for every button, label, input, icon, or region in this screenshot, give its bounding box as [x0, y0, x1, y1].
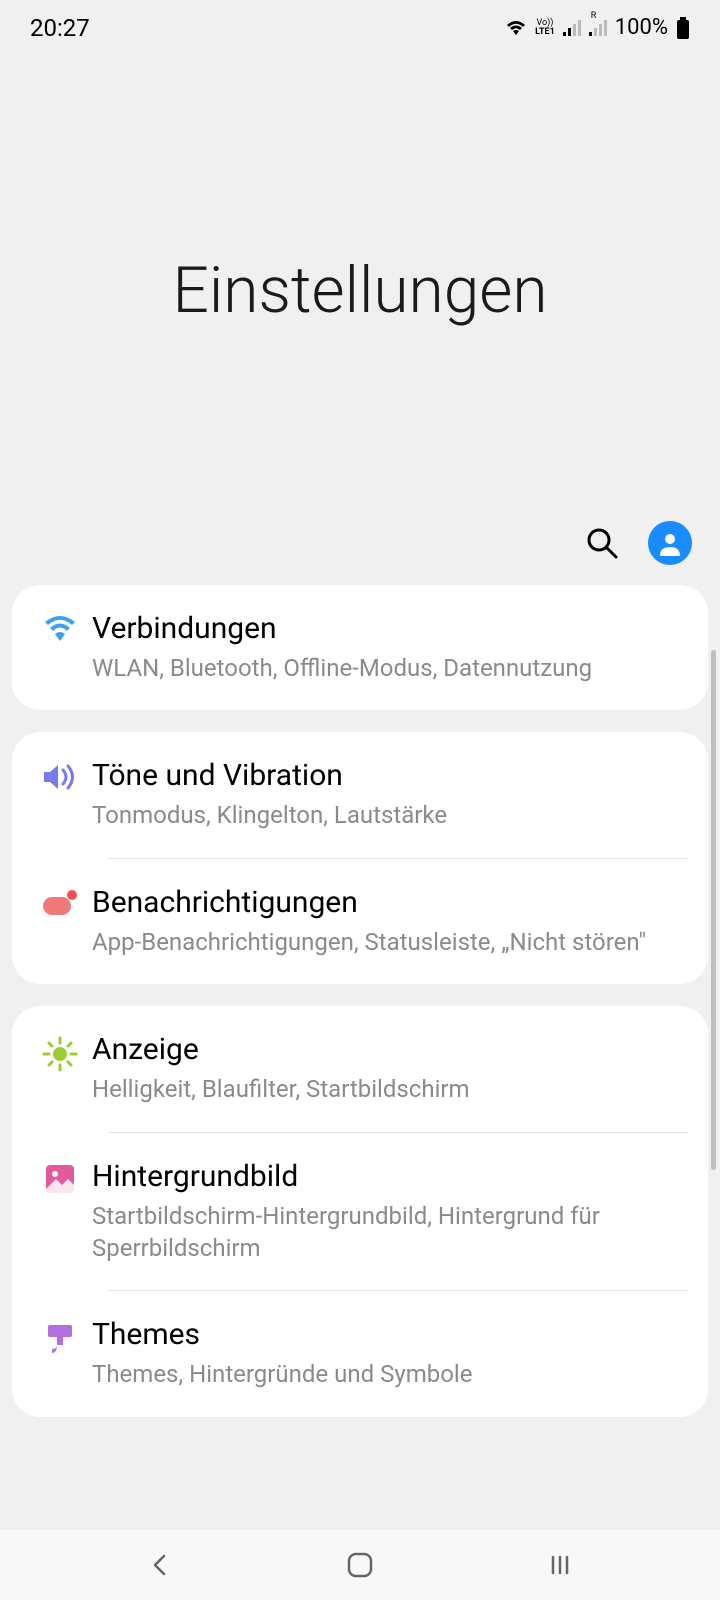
- search-icon: [585, 526, 619, 560]
- settings-item-display[interactable]: Anzeige Helligkeit, Blaufilter, Startbil…: [12, 1006, 708, 1131]
- profile-button[interactable]: [648, 521, 692, 565]
- nav-back-button[interactable]: [120, 1545, 200, 1585]
- settings-item-sounds[interactable]: Töne und Vibration Tonmodus, Klingelton,…: [12, 732, 708, 857]
- image-icon: [28, 1159, 92, 1195]
- item-title: Verbindungen: [92, 611, 688, 646]
- item-subtitle: Helligkeit, Blaufilter, Startbildschirm: [92, 1073, 688, 1105]
- settings-item-themes[interactable]: Themes Themes, Hintergründe und Symbole: [12, 1291, 708, 1416]
- item-title: Töne und Vibration: [92, 758, 688, 793]
- search-button[interactable]: [580, 521, 624, 565]
- hero-area: Einstellungen: [0, 55, 720, 585]
- profile-avatar-icon: [648, 521, 692, 565]
- settings-group: Töne und Vibration Tonmodus, Klingelton,…: [12, 732, 708, 984]
- status-bar: 20:27 Vo)) LTE1 R 100%: [0, 0, 720, 55]
- status-time: 20:27: [30, 14, 90, 42]
- page-title: Einstellungen: [173, 253, 548, 328]
- item-subtitle: Themes, Hintergründe und Symbole: [92, 1358, 688, 1390]
- wifi-status-icon: [505, 19, 527, 37]
- settings-item-wallpaper[interactable]: Hintergrundbild Startbildschirm-Hintergr…: [12, 1133, 708, 1291]
- settings-list: Verbindungen WLAN, Bluetooth, Offline-Mo…: [0, 585, 720, 1417]
- status-right: Vo)) LTE1 R 100%: [505, 15, 690, 40]
- notification-icon: [28, 885, 92, 917]
- item-title: Benachrichtigungen: [92, 885, 688, 920]
- hero-actions: [580, 521, 692, 565]
- nav-recents-button[interactable]: [520, 1545, 600, 1585]
- settings-group: Verbindungen WLAN, Bluetooth, Offline-Mo…: [12, 585, 708, 710]
- battery-icon: [676, 17, 690, 39]
- item-title: Themes: [92, 1317, 688, 1352]
- brush-icon: [28, 1317, 92, 1355]
- signal-2-icon: R: [589, 20, 607, 36]
- nav-home-button[interactable]: [320, 1545, 400, 1585]
- item-title: Hintergrundbild: [92, 1159, 688, 1194]
- volume-icon: [28, 758, 92, 792]
- chevron-left-icon: [147, 1552, 173, 1578]
- square-icon: [346, 1551, 374, 1579]
- scrollbar[interactable]: [711, 650, 716, 1170]
- settings-item-notifications[interactable]: Benachrichtigungen App-Benachrichtigunge…: [12, 859, 708, 984]
- volte-indicator: Vo)) LTE1: [535, 19, 555, 37]
- item-subtitle: Startbildschirm-Hintergrundbild, Hinterg…: [92, 1200, 688, 1265]
- item-subtitle: Tonmodus, Klingelton, Lautstärke: [92, 799, 688, 831]
- item-title: Anzeige: [92, 1032, 688, 1067]
- bars-icon: [547, 1552, 573, 1578]
- navigation-bar: [0, 1530, 720, 1600]
- settings-item-connections[interactable]: Verbindungen WLAN, Bluetooth, Offline-Mo…: [12, 585, 708, 710]
- settings-group: Anzeige Helligkeit, Blaufilter, Startbil…: [12, 1006, 708, 1417]
- wifi-icon: [28, 611, 92, 643]
- sun-icon: [28, 1032, 92, 1072]
- item-subtitle: WLAN, Bluetooth, Offline-Modus, Datennut…: [92, 652, 688, 684]
- signal-1-icon: [563, 20, 581, 36]
- battery-percent: 100%: [615, 15, 668, 40]
- item-subtitle: App-Benachrichtigungen, Statusleiste, „N…: [92, 926, 688, 958]
